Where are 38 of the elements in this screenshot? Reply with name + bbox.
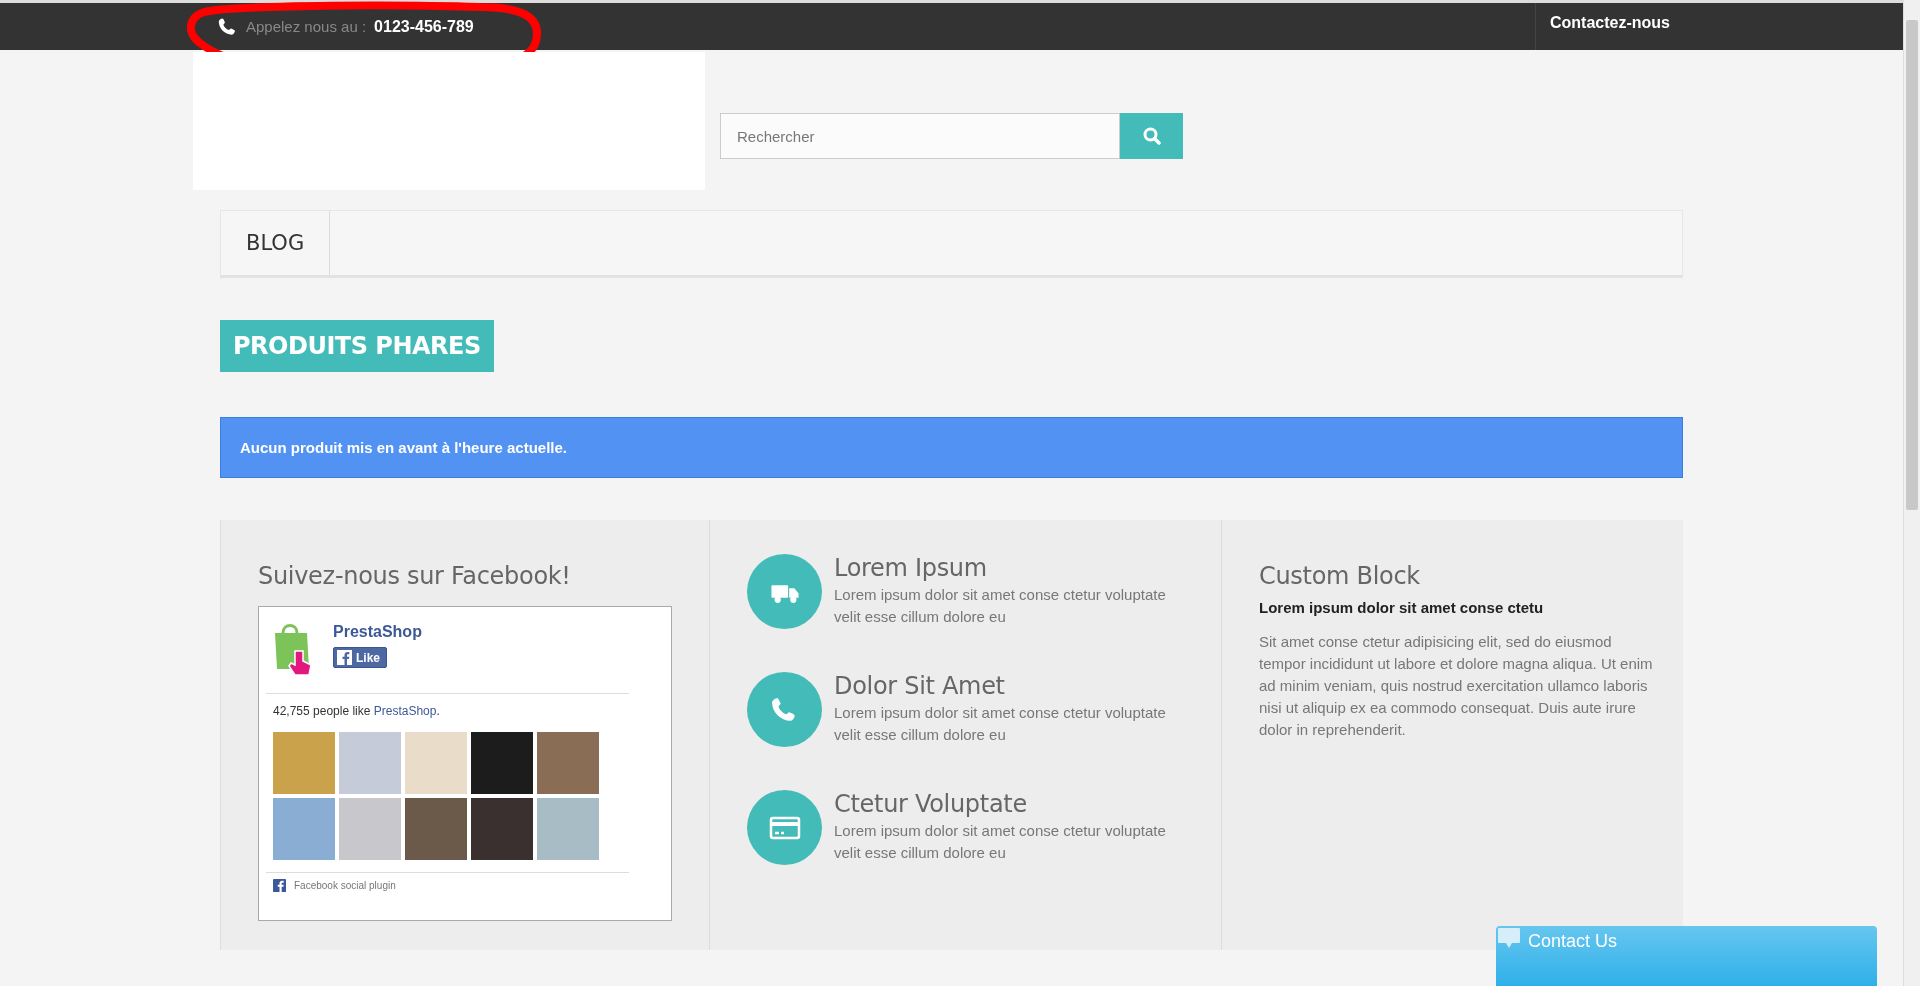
plugin-label: Facebook social plugin [294,880,396,891]
feature-title: Ctetur Voluptate [834,790,1028,818]
phone-label: Appelez nous au : [246,18,367,35]
photo-placeholder [405,732,467,794]
feature-text: Lorem ipsum dolor sit amet conse ctetur voluptate velit esse cillum dolore eu [834,821,1167,863]
info-alert: Aucun produit mis en avant à l'heure actuelle. [220,417,1683,478]
likes-count-text: 42,755 people like PrestaShop. [273,704,441,718]
facebook-icon [337,650,352,665]
photo-placeholder [405,798,467,860]
feature-title: Lorem Ipsum [834,554,988,582]
block-title: Suivez-nous sur Facebook! [258,562,572,590]
feature-text: Lorem ipsum dolor sit amet conse ctetur voluptate velit esse cillum dolore eu [834,585,1167,627]
page-name-link[interactable]: PrestaShop [333,623,422,641]
search-field[interactable]: Rechercher [720,113,1120,159]
photo-placeholder [537,798,599,860]
contact-link[interactable]: Contactez-nous [1535,3,1683,50]
scrollbar-thumb[interactable] [1906,20,1918,510]
photo-placeholder [273,798,335,860]
photo-placeholder [471,732,533,794]
photo-placeholder [273,732,335,794]
like-button[interactable]: Like [333,647,387,668]
block-title: Custom Block [1259,562,1421,590]
photo-placeholder [339,732,401,794]
photo-placeholder [339,798,401,860]
search-button[interactable] [1120,113,1183,159]
phone-number: 0123-456-789 [374,17,474,36]
facebook-icon [273,879,286,892]
speech-bubble-icon [1498,928,1520,949]
search-icon [1142,127,1161,145]
photo-placeholder [537,732,599,794]
phone-icon [218,16,238,37]
photo-placeholder [471,798,533,860]
feature-title: Dolor Sit Amet [834,672,1006,700]
block-subtitle: Lorem ipsum dolor sit amet conse ctetu [1259,599,1545,616]
block-text: Sit amet conse ctetur adipisicing elit, sed do eiusmod tempor incididunt ut labore et dolore magna aliqua. Ut enim ad minim veniam, quis nostrud exercitation ullamco laboris nisi ut aliquip ex ea commodo consequat. Duis aute irure dolor in reprehenderit. [1259,632,1654,740]
section-title: PRODUITS PHARES [220,320,494,372]
feature-text: Lorem ipsum dolor sit amet conse ctetur voluptate velit esse cillum dolore eu [834,703,1167,745]
menu-item[interactable]: BLOG [221,211,331,275]
